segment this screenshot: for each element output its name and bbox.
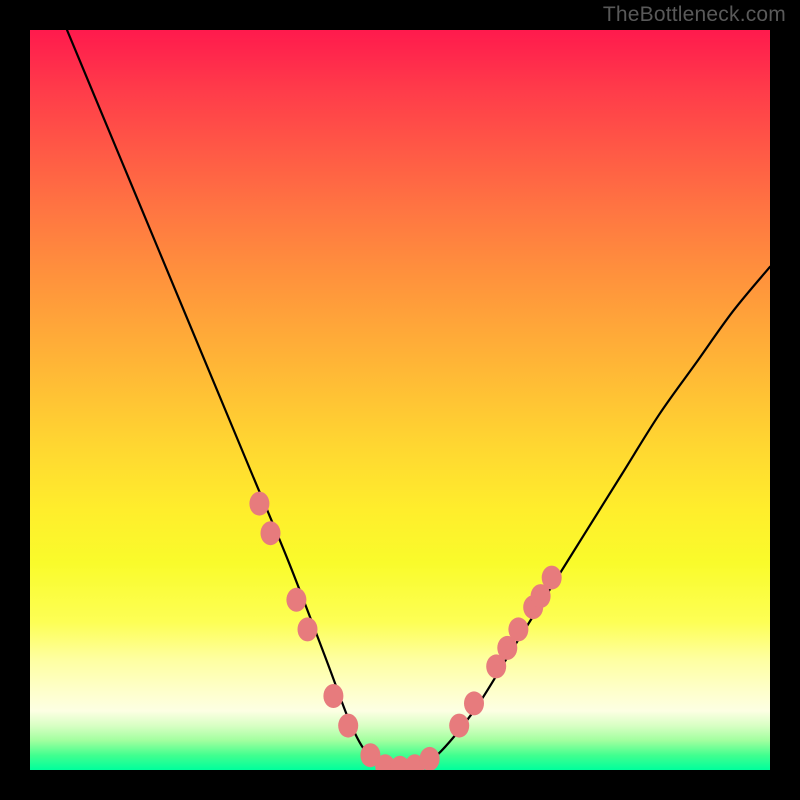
curve-marker [261, 521, 281, 545]
curve-marker [338, 714, 358, 738]
curve-marker [298, 617, 318, 641]
curve-marker [542, 566, 562, 590]
curve-marker [449, 714, 469, 738]
plot-area [30, 30, 770, 770]
bottleneck-curve [67, 30, 770, 770]
curve-marker [420, 747, 440, 770]
curve-marker [508, 617, 528, 641]
curve-marker [323, 684, 343, 708]
chart-frame: TheBottleneck.com [0, 0, 800, 800]
curve-marker [286, 588, 306, 612]
watermark-text: TheBottleneck.com [603, 3, 786, 27]
chart-svg [30, 30, 770, 770]
curve-marker [464, 691, 484, 715]
marker-group [249, 492, 561, 770]
curve-marker [249, 492, 269, 516]
